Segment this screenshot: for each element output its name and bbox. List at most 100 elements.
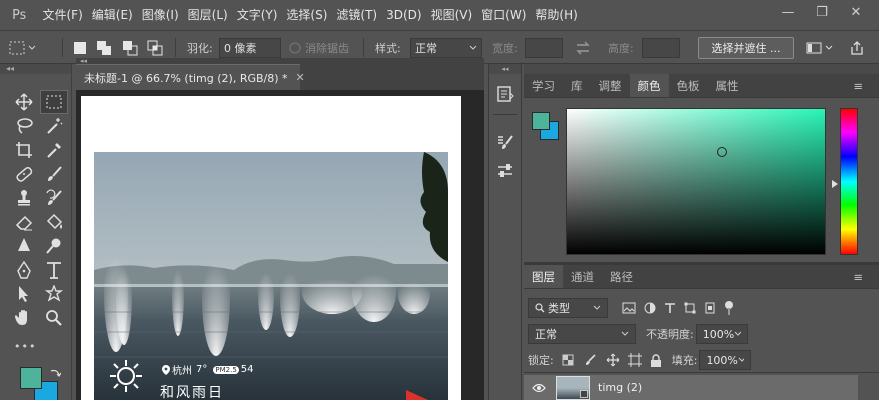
swap-colors-button[interactable] <box>49 367 61 379</box>
history-brush-tool[interactable] <box>40 186 68 210</box>
color-picker-field[interactable] <box>566 108 826 255</box>
history-brush-icon <box>46 189 62 205</box>
tab-adjustments[interactable]: 调整 <box>591 74 630 97</box>
custom-shape-tool[interactable] <box>40 282 68 306</box>
lock-position-icon[interactable] <box>606 353 620 367</box>
menu-3d[interactable]: 3D(D) <box>382 0 426 30</box>
lock-label: 锁定: <box>528 354 554 367</box>
move-tool[interactable] <box>10 90 38 114</box>
layer-row[interactable]: timg (2) <box>524 375 858 400</box>
document-tab[interactable]: 未标题-1 @ 66.7% (timg (2), RGB/8) * ✕ <box>76 64 305 90</box>
filter-adjustment-icon[interactable] <box>644 302 656 314</box>
menu-image[interactable]: 图像(I) <box>137 0 183 30</box>
hue-slider[interactable] <box>840 108 858 255</box>
color-panel-foreground-swatch[interactable] <box>532 112 550 130</box>
menu-file[interactable]: 文件(F) <box>38 0 87 30</box>
brush-tool[interactable] <box>40 162 68 186</box>
crop-tool[interactable] <box>10 138 38 162</box>
filter-shape-icon[interactable] <box>684 302 696 314</box>
filter-toggle-icon[interactable] <box>724 300 734 316</box>
history-panel-button[interactable] <box>489 80 521 108</box>
lasso-tool[interactable] <box>10 114 38 138</box>
layer-name[interactable]: timg (2) <box>598 381 642 394</box>
lock-pixels-brush-icon[interactable] <box>584 354 596 366</box>
minimize-button[interactable]: — <box>773 0 803 24</box>
lock-transparent-icon[interactable] <box>562 354 574 366</box>
filter-pixel-icon[interactable] <box>622 302 636 314</box>
dodge-tool[interactable] <box>40 234 68 258</box>
tab-paths[interactable]: 路径 <box>602 265 641 288</box>
healing-brush-tool[interactable] <box>10 162 38 186</box>
swap-dimensions-button[interactable] <box>575 31 591 64</box>
lock-artboard-icon[interactable] <box>627 353 642 367</box>
share-button[interactable] <box>849 31 865 64</box>
eyedropper-tool[interactable] <box>40 138 68 162</box>
path-selection-tool[interactable] <box>10 282 38 306</box>
lock-all-icon[interactable] <box>650 353 662 367</box>
feather-input[interactable]: 0 像素 <box>219 37 281 58</box>
workspace-switcher[interactable] <box>806 31 834 64</box>
chevron-down-icon <box>621 331 629 336</box>
app-logo[interactable]: Ps <box>0 0 38 30</box>
menu-filter[interactable]: 滤镜(T) <box>332 0 382 30</box>
tab-channels[interactable]: 通道 <box>563 265 602 288</box>
layer-filter-value: 类型 <box>548 302 570 315</box>
edit-toolbar-more[interactable]: ••• <box>14 340 36 353</box>
zoom-tool[interactable] <box>40 306 68 330</box>
close-button[interactable]: ✕ <box>841 0 871 24</box>
restore-button[interactable]: ❐ <box>807 0 837 24</box>
tab-swatches[interactable]: 色板 <box>669 74 708 97</box>
hue-slider-handle[interactable] <box>832 180 838 188</box>
menu-layer[interactable]: 图层(L) <box>183 0 232 30</box>
fill-label: 填充: <box>671 354 698 367</box>
tab-color[interactable]: 颜色 <box>629 74 669 97</box>
canvas-photo-layer[interactable]: 杭州 7° PM2.5 54 和风雨日 <box>94 152 448 400</box>
menu-edit[interactable]: 编辑(E) <box>87 0 137 30</box>
pen-tool[interactable] <box>10 258 38 282</box>
blend-mode-select[interactable]: 正常 <box>528 324 636 344</box>
foreground-color-swatch[interactable] <box>20 367 42 389</box>
color-panel-menu-icon[interactable]: ≡ <box>845 74 871 98</box>
rectangular-marquee-tool[interactable] <box>40 90 68 114</box>
eye-visibility-icon[interactable] <box>532 383 546 393</box>
opacity-input[interactable]: 100% <box>695 324 748 344</box>
magic-wand-icon <box>47 118 63 134</box>
width-input[interactable] <box>525 37 563 58</box>
filter-type-icon[interactable] <box>664 302 676 314</box>
layer-filter-select[interactable]: 类型 <box>528 298 608 318</box>
blur-tool[interactable] <box>10 234 38 258</box>
filter-smart-object-icon[interactable] <box>704 302 716 314</box>
swap-arrows-icon <box>576 41 590 54</box>
layer-thumbnail[interactable] <box>556 375 590 400</box>
tab-layers[interactable]: 图层 <box>524 265 563 288</box>
tab-properties[interactable]: 属性 <box>708 74 747 97</box>
height-input[interactable] <box>642 37 680 58</box>
color-picker-cursor[interactable] <box>717 147 727 157</box>
right-panels-grip[interactable] <box>524 64 879 74</box>
sliders-icon <box>498 164 512 177</box>
hand-tool[interactable] <box>10 306 38 330</box>
brush-settings-button[interactable] <box>489 129 521 157</box>
tab-learn[interactable]: 学习 <box>524 74 563 97</box>
magic-wand-tool[interactable] <box>40 114 68 138</box>
tools-panel-grip[interactable]: ◂◂ <box>0 64 71 74</box>
menu-select[interactable]: 选择(S) <box>282 0 332 30</box>
adjustments-button[interactable] <box>489 157 521 185</box>
fill-input[interactable]: 100% <box>699 350 752 370</box>
paint-bucket-tool[interactable] <box>40 210 68 234</box>
eraser-tool[interactable] <box>10 210 38 234</box>
style-select[interactable]: 正常 <box>410 37 482 58</box>
layers-panel-menu-icon[interactable]: ≡ <box>845 265 871 289</box>
select-and-mask-button[interactable]: 选择并遮住 ... <box>698 36 794 59</box>
type-tool[interactable] <box>40 258 68 282</box>
dock-grip[interactable]: ◂◂ <box>489 64 521 74</box>
menu-help[interactable]: 帮助(H) <box>531 0 582 30</box>
menu-view[interactable]: 视图(V) <box>426 0 477 30</box>
tool-preset-picker[interactable] <box>8 31 38 64</box>
menu-type[interactable]: 文字(Y) <box>232 0 282 30</box>
tab-libraries[interactable]: 库 <box>563 74 591 97</box>
menu-window[interactable]: 窗口(W) <box>477 0 531 30</box>
close-tab-icon[interactable]: ✕ <box>296 71 305 84</box>
clone-stamp-tool[interactable] <box>10 186 38 210</box>
opacity-label: 不透明度: <box>646 328 694 341</box>
